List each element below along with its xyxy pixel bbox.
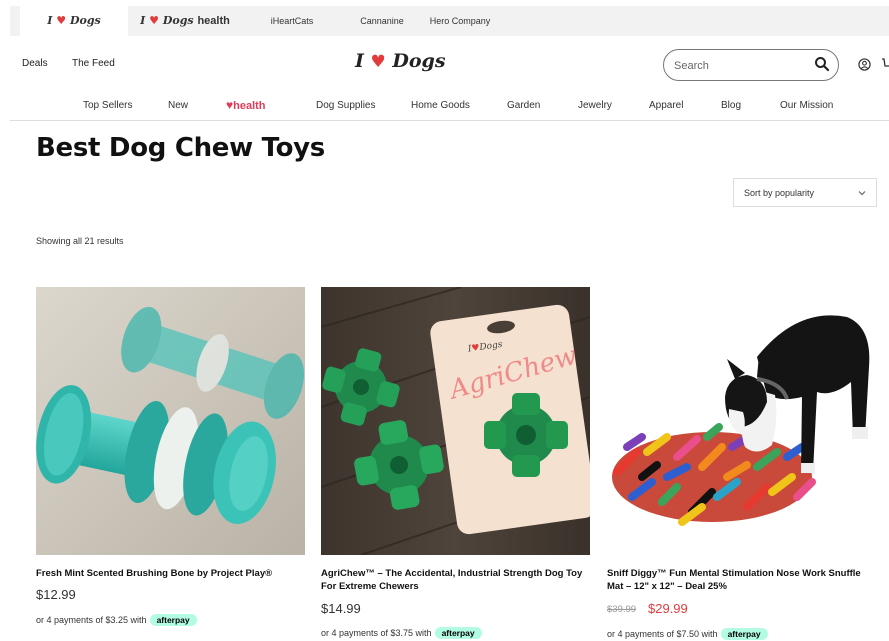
product-title[interactable]: AgriChew™ – The Accidental, Industrial S… [321, 567, 593, 593]
nav-jewelry[interactable]: Jewelry [578, 100, 612, 111]
sort-select[interactable]: Sort by popularity [733, 178, 877, 207]
product-title[interactable]: Fresh Mint Scented Brushing Bone by Proj… [36, 567, 308, 580]
product-price: $14.99 [321, 601, 361, 616]
heart-icon: ♥ [370, 52, 386, 72]
nav-dog-supplies[interactable]: Dog Supplies [316, 100, 375, 111]
nav-divider [10, 120, 889, 121]
afterpay-note: or 4 payments of $7.50 with afterpay [607, 628, 768, 640]
brand-tab-label-i: I [47, 14, 53, 27]
nav-our-mission[interactable]: Our Mission [780, 100, 833, 111]
the-feed-link[interactable]: The Feed [72, 58, 115, 69]
nav-garden[interactable]: Garden [507, 100, 540, 111]
heart-icon: ♥ [56, 14, 67, 27]
brand-tab-iheartdogs[interactable]: I ♥ Dogs [20, 6, 128, 36]
brand-tab-hero-company[interactable]: Hero Company [405, 6, 515, 36]
nav-blog[interactable]: Blog [721, 100, 741, 111]
product-original-price: $39.99 [607, 604, 637, 615]
product-image-agrichew[interactable]: I♥Dogs AgriChew [321, 287, 590, 555]
nav-apparel[interactable]: Apparel [649, 100, 683, 111]
deals-link[interactable]: Deals [22, 58, 48, 69]
product-title[interactable]: Sniff Diggy™ Fun Mental Stimulation Nose… [607, 567, 879, 593]
chevron-down-icon [858, 191, 866, 196]
nav-new[interactable]: New [168, 100, 188, 111]
search-icon[interactable] [814, 56, 830, 72]
brand-tab-label-health: health [197, 15, 230, 27]
nav-home-goods[interactable]: Home Goods [411, 100, 470, 111]
site-logo[interactable]: I ♥ Dogs [355, 50, 446, 72]
brand-tab-label-dogs: Dogs [162, 14, 194, 27]
search-input[interactable] [674, 58, 804, 73]
search-box [663, 49, 839, 81]
logo-text-dogs: Dogs [392, 50, 446, 72]
afterpay-badge[interactable]: afterpay [434, 627, 482, 639]
cart-icon[interactable] [881, 57, 889, 71]
product-image-brushing-bone[interactable] [36, 287, 305, 555]
sort-select-label: Sort by popularity [744, 188, 815, 198]
product-price: $12.99 [36, 587, 76, 602]
product-sale-price: $29.99 [648, 601, 688, 616]
afterpay-note: or 4 payments of $3.25 with afterpay [36, 614, 197, 626]
brand-bar: I ♥ Dogs I ♥ Dogs health iHeartCats Cann… [10, 6, 889, 36]
afterpay-text: or 4 payments of $3.75 with [321, 628, 432, 638]
nav-health[interactable]: ♥health [226, 98, 266, 112]
afterpay-text: or 4 payments of $3.25 with [36, 615, 147, 625]
brand-tab-label-i: I [140, 14, 146, 27]
nav-health-label: health [233, 100, 266, 112]
afterpay-note: or 4 payments of $3.75 with afterpay [321, 627, 482, 639]
brand-tab-iheartdogs-health[interactable]: I ♥ Dogs health [130, 6, 240, 36]
heart-icon: ♥ [149, 14, 159, 27]
product-image-snuffle-mat[interactable] [607, 287, 876, 555]
result-count: Showing all 21 results [36, 236, 124, 246]
user-icon[interactable] [858, 58, 871, 71]
nav-top-sellers[interactable]: Top Sellers [83, 100, 132, 111]
brand-tab-label-dogs: Dogs [69, 14, 101, 27]
afterpay-badge[interactable]: afterpay [149, 614, 197, 626]
afterpay-badge[interactable]: afterpay [720, 628, 768, 640]
logo-text-i: I [355, 50, 364, 72]
brand-tab-iheartcats[interactable]: iHeartCats [242, 6, 342, 36]
afterpay-text: or 4 payments of $7.50 with [607, 629, 718, 639]
page-title: Best Dog Chew Toys [36, 133, 325, 163]
